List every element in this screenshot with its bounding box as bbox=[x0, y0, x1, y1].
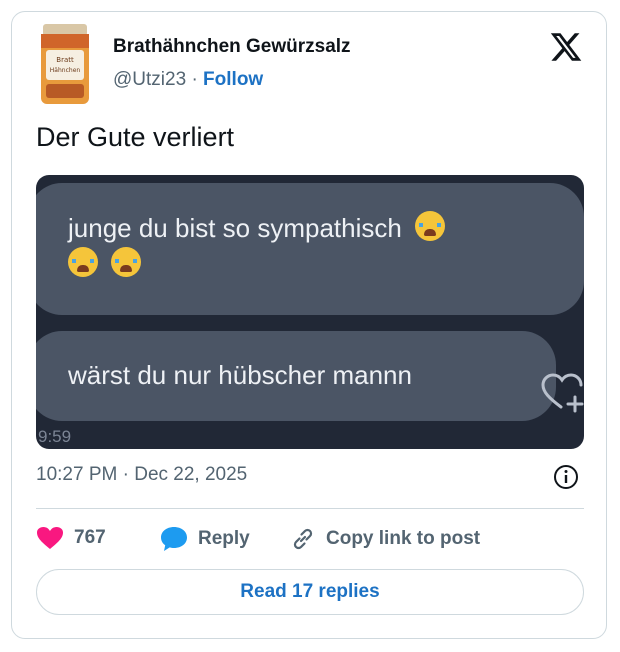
reply-button[interactable]: Reply bbox=[160, 526, 250, 552]
message-bubble-1: junge du bist so sympathisch bbox=[36, 183, 584, 315]
avatar[interactable]: Bratt Hähnchen bbox=[38, 22, 92, 106]
x-logo-icon[interactable] bbox=[549, 30, 583, 64]
screenshot-clock-text: 9:59 bbox=[38, 427, 72, 446]
reply-label: Reply bbox=[198, 528, 250, 549]
reply-bubble-icon bbox=[161, 527, 187, 551]
tweet-date: Dec 22, 2025 bbox=[134, 464, 248, 485]
tweet-text: Der Gute verliert bbox=[36, 122, 235, 152]
read-replies-button[interactable]: Read 17 replies bbox=[36, 569, 584, 615]
message-2-text: wärst du nur hübscher mannn bbox=[68, 360, 412, 390]
avatar-label-bottom: Hähnchen bbox=[50, 67, 81, 74]
avatar-label-top: Bratt bbox=[56, 56, 74, 64]
copy-link-button[interactable]: Copy link to post bbox=[290, 526, 480, 552]
crying-emoji-icon bbox=[415, 211, 446, 241]
info-icon[interactable] bbox=[553, 464, 579, 490]
timestamp-separator: · bbox=[122, 464, 129, 485]
tweet-time: 10:27 PM bbox=[36, 464, 118, 485]
author-handle-row: @Utzi23 · Follow bbox=[113, 69, 263, 91]
like-count: 767 bbox=[74, 527, 106, 548]
heart-plus-icon bbox=[541, 373, 584, 413]
heart-icon bbox=[37, 527, 63, 549]
link-icon bbox=[293, 528, 313, 550]
like-button[interactable]: 767 bbox=[36, 526, 106, 550]
tweet-timestamp[interactable]: 10:27 PM · Dec 22, 2025 bbox=[36, 464, 247, 486]
tweet-media-image[interactable]: junge du bist so sympathisch wärst du nu… bbox=[36, 175, 584, 449]
handle-separator: · bbox=[191, 69, 198, 90]
divider bbox=[36, 508, 584, 509]
crying-emoji-icon bbox=[68, 247, 98, 277]
message-bubble-2: wärst du nur hübscher mannn bbox=[36, 331, 556, 421]
author-name[interactable]: Brathähnchen Gewürzsalz bbox=[113, 36, 351, 58]
copy-link-label: Copy link to post bbox=[326, 528, 481, 549]
message-1-text: junge du bist so sympathisch bbox=[68, 213, 402, 243]
author-handle[interactable]: @Utzi23 bbox=[113, 69, 186, 90]
crying-emoji-icon bbox=[111, 247, 142, 277]
follow-button[interactable]: Follow bbox=[203, 69, 263, 90]
